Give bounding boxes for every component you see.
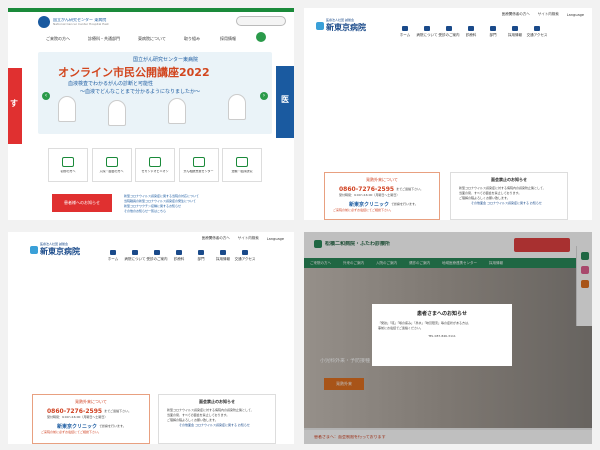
nav-item[interactable]: 診療科	[460, 26, 482, 38]
hospital-nav: ホーム 病院について 受診のご案内 診療科 部門 採用情報 交通アクセス	[102, 250, 256, 262]
utility-link[interactable]: Language	[567, 13, 584, 17]
hospital-logo[interactable]: 医療法人社団 誠馨会 新東京病院	[316, 18, 366, 33]
screenshot-grid: 国立がん研究センター 東病院 National Cancer Center Ho…	[0, 0, 600, 450]
logo-en: National Cancer Center Hospital East	[53, 22, 109, 26]
nav-item[interactable]: 採用情報	[220, 36, 236, 42]
nav-item[interactable]: 受診のご案内	[146, 250, 168, 262]
map-icon	[534, 26, 540, 31]
support-icon	[192, 156, 205, 167]
search-input[interactable]	[236, 16, 286, 26]
visit-prohibition-notice: 面会禁止のお知らせ 新型コロナウイルス感染症に対する病院内の感染防止策として、 …	[158, 394, 276, 444]
utility-link[interactable]: Language	[267, 237, 284, 241]
next-arrow-icon[interactable]: ›	[260, 92, 268, 100]
utility-link[interactable]: 医療関係者の方へ	[502, 12, 530, 17]
top-bar	[8, 8, 294, 12]
clinic-link[interactable]: 新東京クリニック	[57, 423, 97, 430]
nav-item[interactable]: 診療科・共通部門	[88, 36, 120, 42]
visit-link[interactable]: その他面会 コロナウイルス感染症に関する お知らせ	[471, 201, 567, 206]
news-list: 新型コロナウイルス感染症に関する当院の対応について 当院職員の新型コロナウイルス…	[124, 194, 274, 214]
nav-item[interactable]: 交通アクセス	[526, 26, 548, 38]
quick-link[interactable]: 治験・臨床研究	[222, 148, 262, 182]
hospital-icon	[424, 26, 430, 31]
flask-icon	[236, 156, 248, 167]
quick-links: 初診の方へ 入院・面会の方へ セカンドオピニオン がん相談支援センター 治験・臨…	[48, 148, 262, 182]
quick-link[interactable]: がん相談支援センター	[178, 148, 219, 182]
nav-item[interactable]: 病院について	[416, 26, 438, 38]
department-icon	[198, 250, 204, 255]
utility-nav: 医療関係者の方へ サイト内検索 Language	[194, 236, 284, 241]
shin-tokyo-homepage-top: 医療関係者の方へ サイト内検索 Language 医療法人社団 誠馨会 新東京病…	[304, 8, 592, 220]
hospital-logo-icon	[316, 21, 324, 30]
nav-item[interactable]: 交通アクセス	[234, 250, 256, 262]
phone-number[interactable]: 0860-7276-2595	[339, 186, 394, 193]
notice-modal: 患者さまへのお知らせ 「発熱」「咳」「喉の痛み」「鼻水」「味覚障害」等の症状があ…	[372, 304, 512, 366]
side-banner-left[interactable]: す	[8, 68, 22, 144]
doctor-figure	[168, 98, 186, 124]
book-icon	[62, 156, 74, 167]
visit-prohibition-notice: 面会禁止のお知らせ 新型コロナウイルス感染症に対する病院内の感染防止策として、 …	[450, 172, 568, 220]
guide-icon	[154, 250, 160, 255]
utility-nav: 医療関係者の方へ サイト内検索 Language	[494, 12, 584, 17]
clinic-link[interactable]: 新東京クリニック	[349, 201, 389, 208]
department-icon	[490, 26, 496, 31]
prev-arrow-icon[interactable]: ‹	[42, 92, 50, 100]
shin-tokyo-homepage-scrolled: 医療関係者の方へ サイト内検索 Language 医療法人社団 誠馨会 新東京病…	[8, 232, 294, 444]
recruit-icon	[220, 250, 226, 255]
quick-link[interactable]: セカンドオピニオン	[135, 148, 175, 182]
guide-icon	[446, 26, 452, 31]
hospital-nav: ホーム 病院について 受診のご案内 診療科 部門 採用情報 交通アクセス	[394, 26, 548, 38]
stethoscope-icon	[176, 250, 182, 255]
hero-banner[interactable]: 国立がん研究センター東病院 オンライン市民公開講座2022 血液検査でわかるがん…	[38, 52, 272, 134]
hero-title: オンライン市民公開講座2022	[58, 66, 210, 79]
hospital-logo[interactable]: 医療法人社団 誠馨会 新東京病院	[30, 242, 80, 257]
patient-notice-button[interactable]: 患者様へのお知らせ	[52, 194, 112, 212]
news-link[interactable]: その他のお知らせ一覧はこちら	[124, 209, 274, 214]
hero-sub: 血液検査でわかるがんの診断と可能性	[68, 81, 154, 87]
quick-link[interactable]: 初診の方へ	[48, 148, 88, 182]
ncc-logo-icon	[38, 16, 50, 28]
home-icon	[110, 250, 116, 255]
doctor-figure	[58, 96, 76, 122]
phone-number[interactable]: 0860-7276-2595	[47, 408, 102, 415]
modal-title: 患者さまへのお知らせ	[417, 311, 467, 317]
site-logo[interactable]: 国立がん研究センター 東病院 National Cancer Center Ho…	[38, 16, 109, 28]
nav-item[interactable]: ホーム	[394, 26, 416, 38]
nav-item[interactable]: 採用情報	[212, 250, 234, 262]
nav-item[interactable]: 採用情報	[504, 26, 526, 38]
hero-sub2: ～血液でどんなことまで分かるようになりましたか～	[80, 89, 201, 95]
stethoscope-icon	[468, 26, 474, 31]
matsubase-futawa-homepage: 松橋二和病院・ふたわ診療所 ご来院の方へ 外来のご案内 入院のご案内 健診のご案…	[304, 232, 592, 444]
nav-item[interactable]: 部門	[190, 250, 212, 262]
utility-link[interactable]: サイト内検索	[238, 236, 259, 241]
bed-icon	[105, 156, 118, 167]
nav-item[interactable]: 病院について	[124, 250, 146, 262]
nav-item[interactable]: 東病院について	[138, 36, 166, 42]
recruit-icon	[512, 26, 518, 31]
doctor-figure	[228, 94, 246, 120]
utility-link[interactable]: サイト内検索	[538, 12, 559, 17]
ncc-east-homepage: 国立がん研究センター 東病院 National Cancer Center Ho…	[8, 8, 294, 220]
hospital-logo-icon	[30, 245, 38, 254]
side-banner-right[interactable]: 医	[276, 66, 294, 138]
home-icon	[402, 26, 408, 31]
nav-item[interactable]: ホーム	[102, 250, 124, 262]
map-icon	[242, 250, 248, 255]
nav-item[interactable]: ご来院の方へ	[46, 36, 70, 42]
menu-icon[interactable]	[256, 32, 266, 42]
nav-item[interactable]: 受診のご案内	[438, 26, 460, 38]
nav-item[interactable]: 部門	[482, 26, 504, 38]
doctor-figure	[108, 100, 126, 126]
nav-item[interactable]: 取り組み	[184, 36, 200, 42]
hospital-icon	[132, 250, 138, 255]
fever-outpatient-notice: 発熱外来について 0860-7276-2595 までご連絡下さい。 受付時間：9…	[324, 172, 440, 220]
nav-item[interactable]: 診療科	[168, 250, 190, 262]
quick-link[interactable]: 入院・面会の方へ	[91, 148, 132, 182]
fever-outpatient-notice: 発熱外来について 0860-7276-2595 までご連絡下さい。 受付時間：9…	[32, 394, 150, 444]
visit-link[interactable]: その他面会 コロナウイルス感染症に関する お知らせ	[179, 423, 275, 428]
consult-icon	[149, 156, 161, 167]
utility-link[interactable]: 医療関係者の方へ	[202, 236, 230, 241]
hero-top: 国立がん研究センター東病院	[133, 57, 199, 63]
